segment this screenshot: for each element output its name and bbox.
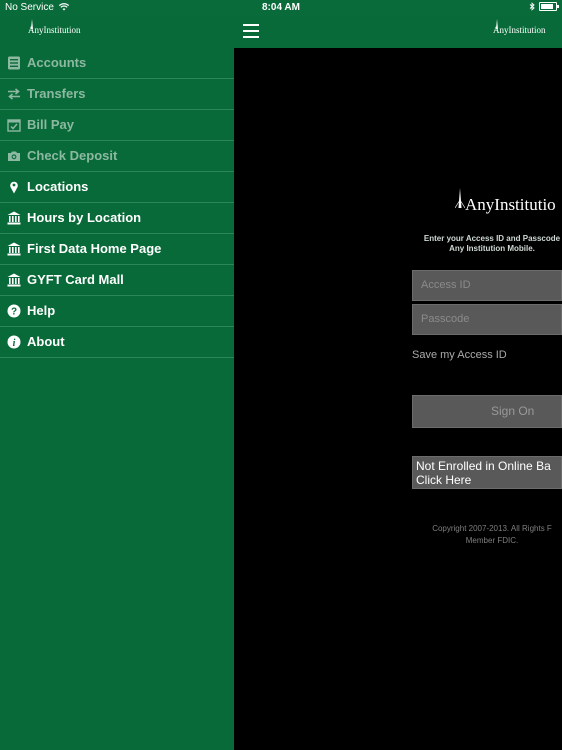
sidebar-item-label: Accounts bbox=[27, 55, 87, 70]
sidebar-item-help[interactable]: ? Help bbox=[0, 296, 234, 327]
sidebar-item-bill-pay[interactable]: Bill Pay bbox=[0, 110, 234, 141]
copyright-line: Copyright 2007-2013. All Rights F bbox=[432, 524, 552, 533]
logo-text: AnyInstitutio bbox=[465, 195, 556, 214]
passcode-input[interactable] bbox=[421, 313, 561, 325]
hamburger-icon-line bbox=[243, 24, 259, 26]
enroll-line: Not Enrolled in Online Ba bbox=[416, 459, 551, 473]
logo-spire-icon bbox=[455, 188, 465, 208]
sidebar-item-label: Transfers bbox=[27, 86, 86, 101]
menu-button[interactable] bbox=[243, 24, 259, 38]
enroll-button[interactable]: Not Enrolled in Online Ba Click Here bbox=[412, 456, 562, 489]
hamburger-icon-line bbox=[243, 36, 259, 38]
calendar-check-icon bbox=[7, 119, 21, 132]
bank-icon bbox=[7, 273, 21, 287]
status-right bbox=[529, 2, 559, 11]
logo-right: AnyInstitution bbox=[493, 19, 546, 35]
save-access-id-label[interactable]: Save my Access ID bbox=[412, 349, 507, 361]
info-icon: i bbox=[7, 335, 21, 349]
instruction-line: Any Institution Mobile. bbox=[449, 244, 535, 253]
sidebar-item-label: Check Deposit bbox=[27, 148, 118, 163]
transfer-arrows-icon bbox=[8, 88, 20, 100]
sidebar-item-label: Hours by Location bbox=[27, 210, 142, 225]
sidebar-item-accounts[interactable]: Accounts bbox=[0, 48, 234, 79]
login-panel: AnyInstitutio Enter your Access ID and P… bbox=[234, 48, 562, 750]
sidebar-item-check-deposit[interactable]: Check Deposit bbox=[0, 141, 234, 172]
sidebar-item-gyft-card-mall[interactable]: GYFT Card Mall bbox=[0, 265, 234, 296]
help-icon: ? bbox=[7, 304, 21, 318]
bluetooth-icon bbox=[529, 2, 535, 11]
sidebar-menu: Accounts Transfers Bill Pay Check Deposi… bbox=[0, 48, 234, 750]
sidebar-item-label: Locations bbox=[27, 179, 89, 194]
copyright-text: Copyright 2007-2013. All Rights F Member… bbox=[412, 523, 562, 547]
login-instructions: Enter your Access ID and Passcode Any In… bbox=[412, 234, 562, 254]
accounts-icon bbox=[8, 56, 20, 70]
top-bar: AnyInstitution AnyInstitution bbox=[0, 16, 562, 49]
sidebar-item-locations[interactable]: Locations bbox=[0, 172, 234, 203]
bank-icon bbox=[7, 211, 21, 225]
battery-icon bbox=[539, 2, 559, 11]
sidebar-item-label: Bill Pay bbox=[27, 117, 74, 132]
sidebar-item-label: About bbox=[27, 334, 65, 349]
sidebar-item-label: First Data Home Page bbox=[27, 241, 162, 256]
enroll-line: Click Here bbox=[416, 473, 472, 487]
sidebar-item-label: GYFT Card Mall bbox=[27, 272, 124, 287]
bank-icon bbox=[7, 242, 21, 256]
instruction-line: Enter your Access ID and Passcode bbox=[423, 234, 561, 243]
copyright-line: Member FDIC. bbox=[465, 536, 519, 545]
access-id-input[interactable] bbox=[421, 279, 561, 291]
status-bar: No Service 8:04 AM bbox=[0, 0, 562, 16]
institution-logo: AnyInstitutio bbox=[455, 188, 556, 215]
sidebar-item-hours-by-location[interactable]: Hours by Location bbox=[0, 203, 234, 234]
svg-text:?: ? bbox=[11, 307, 17, 318]
access-id-field[interactable] bbox=[412, 270, 562, 301]
logo-spire-icon bbox=[496, 19, 498, 29]
sign-on-button[interactable]: Sign On bbox=[412, 395, 562, 428]
status-time: 8:04 AM bbox=[262, 2, 300, 13]
logo-spire-icon bbox=[31, 19, 33, 29]
passcode-field[interactable] bbox=[412, 304, 562, 335]
logo-left: AnyInstitution bbox=[28, 19, 81, 35]
sidebar-item-about[interactable]: i About bbox=[0, 327, 234, 358]
svg-text:i: i bbox=[13, 338, 16, 349]
hamburger-icon-line bbox=[243, 30, 259, 32]
location-pin-icon bbox=[10, 181, 18, 194]
sidebar-item-label: Help bbox=[27, 303, 56, 318]
camera-icon bbox=[8, 151, 20, 161]
sidebar-item-transfers[interactable]: Transfers bbox=[0, 79, 234, 110]
sidebar-item-first-data-home-page[interactable]: First Data Home Page bbox=[0, 234, 234, 265]
